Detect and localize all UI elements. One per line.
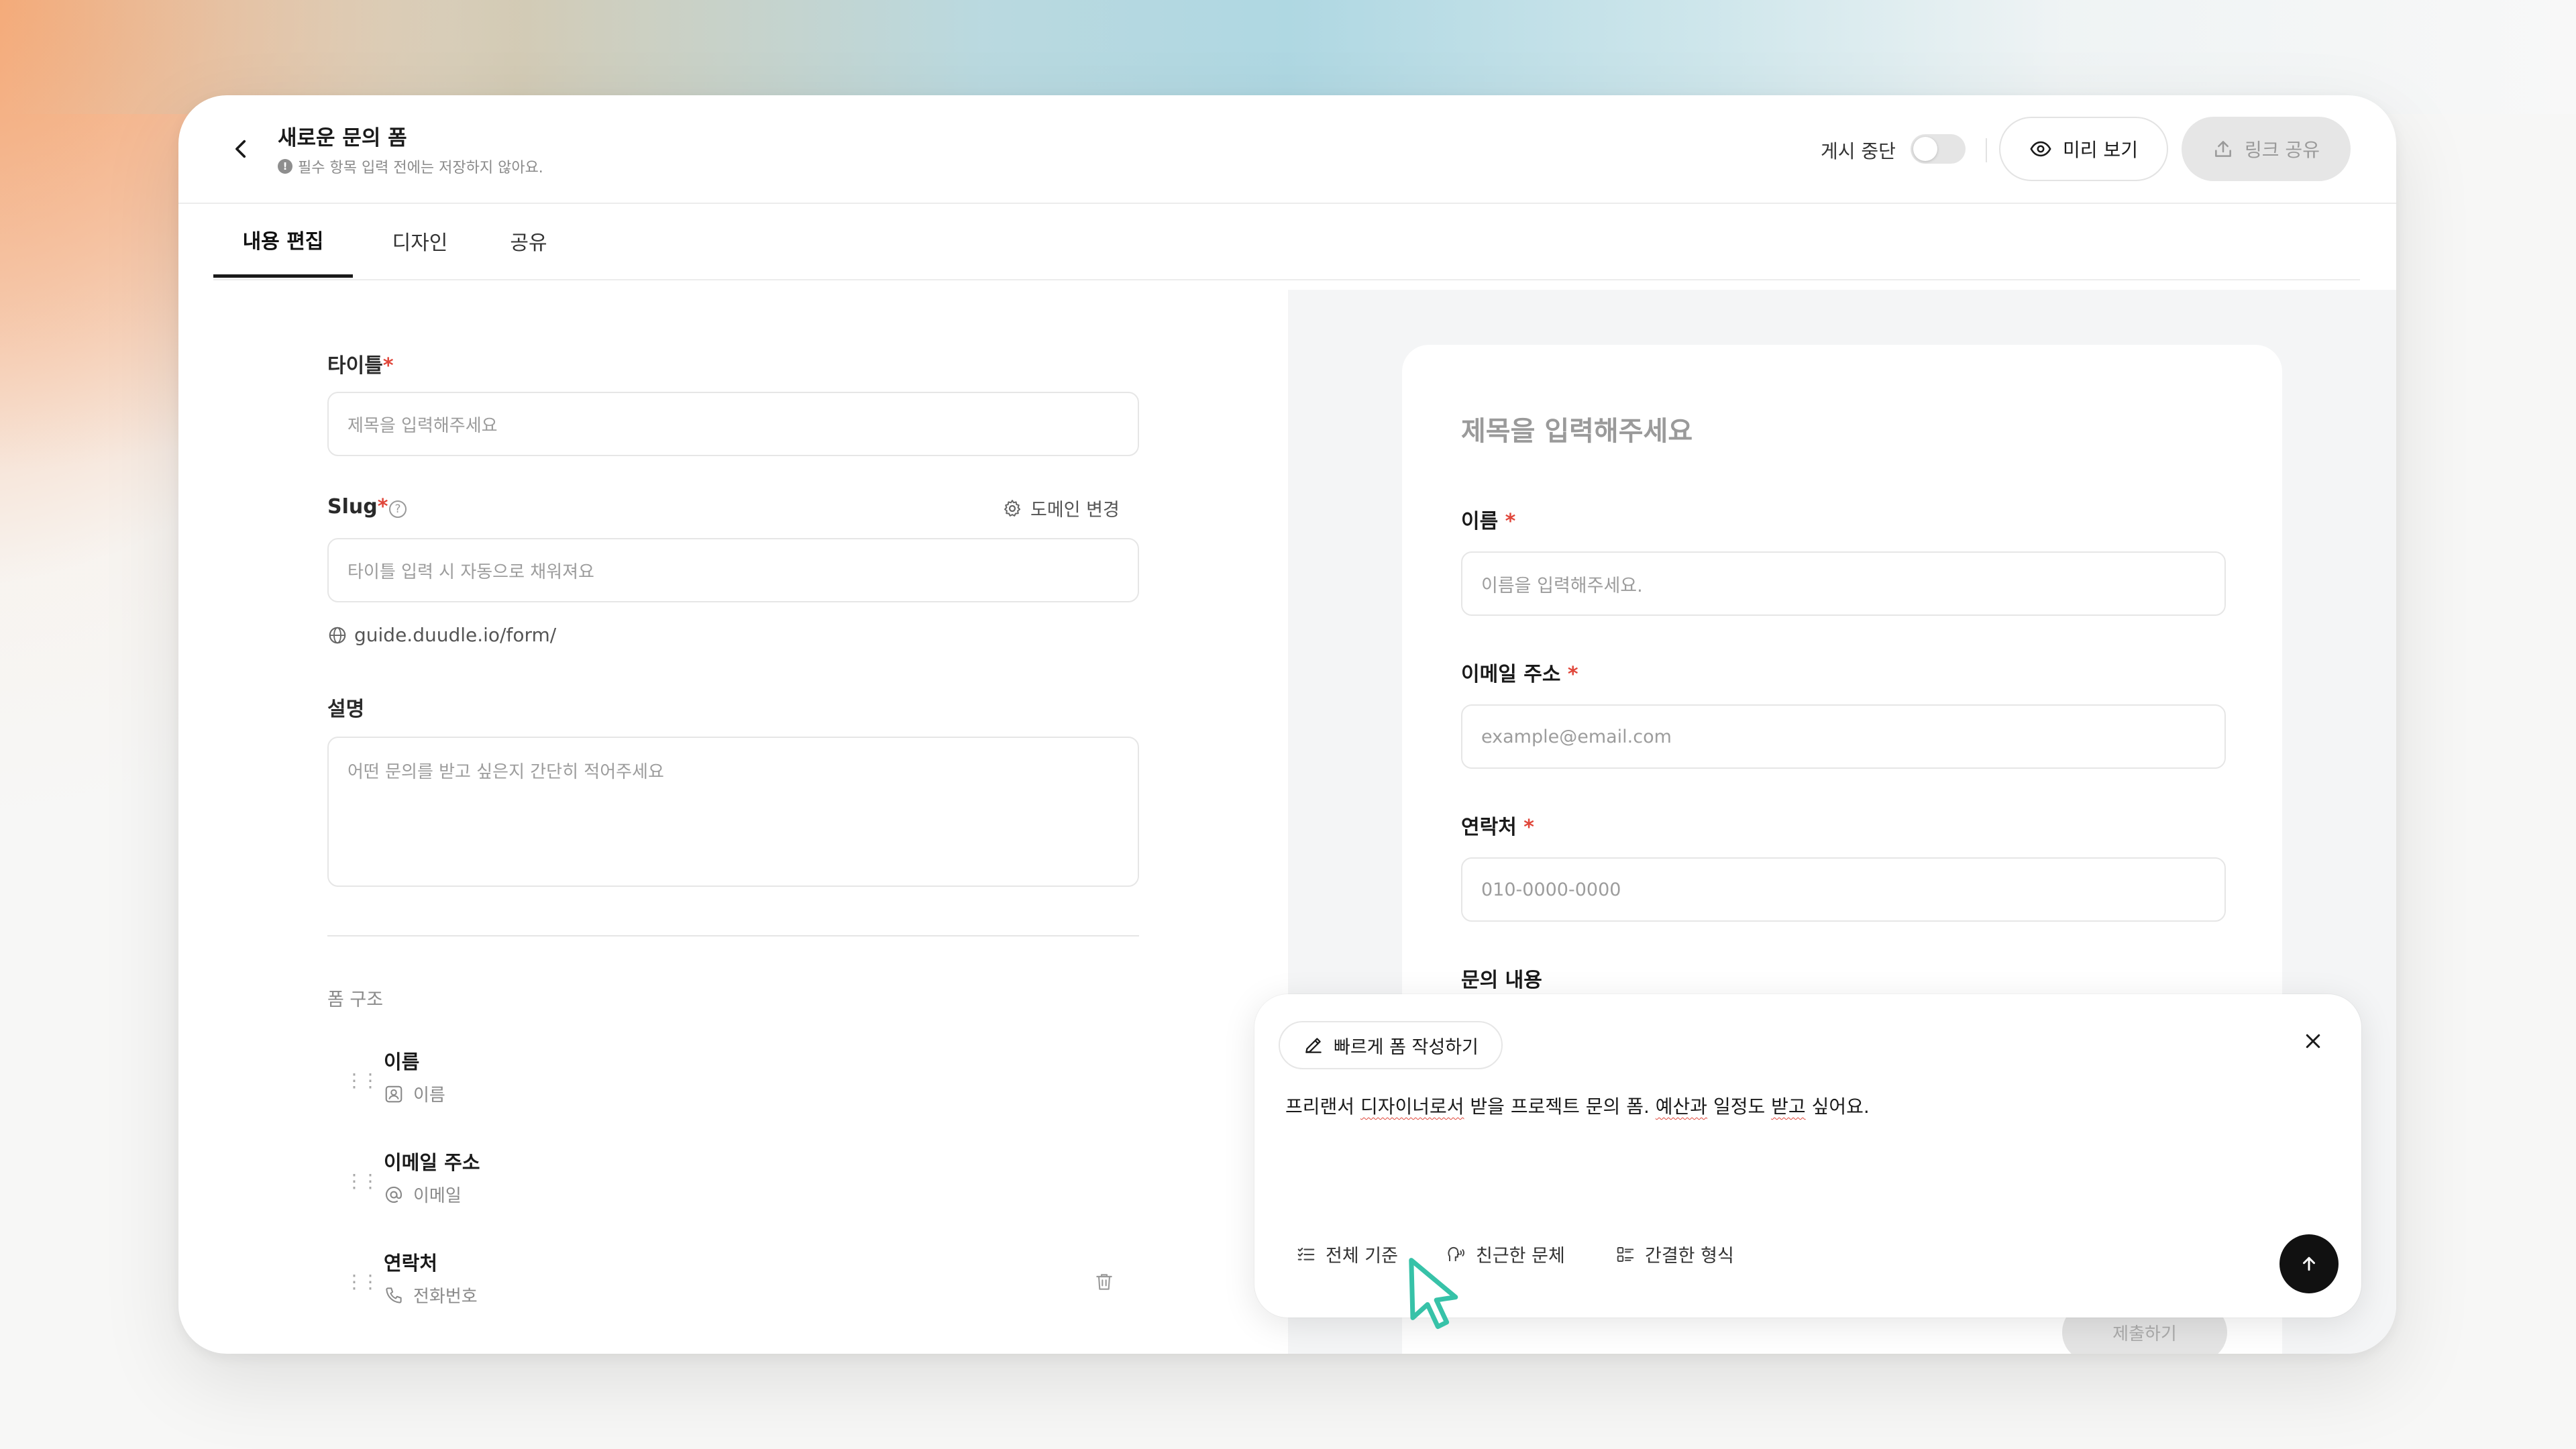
trash-icon[interactable] <box>1093 1271 1115 1296</box>
info-icon: ! <box>278 159 292 174</box>
tab-bar: 내용 편집 디자인 공유 <box>213 204 2360 280</box>
preview-phone-input[interactable]: 010-0000-0000 <box>1461 857 2226 922</box>
header-bar: 새로운 문의 폼 ! 필수 항목 입력 전에는 저장하지 않아요. 게시 중단 … <box>178 95 2396 204</box>
structure-item-title: 이름 <box>384 1051 420 1073</box>
tab-design[interactable]: 디자인 <box>366 204 474 278</box>
preview-field-label: 이름 * <box>1461 510 1516 533</box>
slug-input[interactable]: 타이틀 입력 시 자동으로 채워져요 <box>327 538 1139 602</box>
eye-icon <box>2030 141 2051 157</box>
required-mark: * <box>382 354 394 378</box>
page-title: 새로운 문의 폼 <box>278 126 407 150</box>
list-layout-icon <box>1617 1246 1634 1262</box>
help-icon[interactable]: ? <box>389 500 407 518</box>
required-mark: * <box>377 495 388 519</box>
preview-form-title: 제목을 입력해주세요 <box>1461 416 1693 447</box>
title-field-label: 타이틀* <box>327 354 394 378</box>
option-full-criteria-label: 전체 기준 <box>1326 1246 1398 1267</box>
prompt-input[interactable]: 프리랜서 디자이너로서 받을 프로젝트 문의 폼. 예산과 일정도 받고 싶어요… <box>1285 1092 1870 1119</box>
structure-item-type-label: 전화번호 <box>413 1287 478 1307</box>
preview-name-input[interactable]: 이름을 입력해주세요. <box>1461 551 2226 616</box>
preview-button[interactable]: 미리 보기 <box>1999 117 2168 181</box>
structure-item-type: 이메일 <box>384 1182 462 1207</box>
description-field-label: 설명 <box>327 698 365 721</box>
option-friendly-tone[interactable]: 친근한 문체 <box>1446 1241 1565 1267</box>
form-structure-label: 폼 구조 <box>327 989 384 1010</box>
tab-content-edit[interactable]: 내용 편집 <box>213 204 353 278</box>
arrow-up-icon <box>2303 1256 2315 1271</box>
preview-field-label: 연락처 * <box>1461 816 1534 839</box>
send-button[interactable] <box>2279 1234 2339 1293</box>
pause-publish-label: 게시 중단 <box>1821 140 1896 162</box>
structure-item-type: 전화번호 <box>384 1283 478 1307</box>
section-divider <box>327 935 1139 936</box>
tab-share[interactable]: 공유 <box>482 204 576 278</box>
close-icon[interactable] <box>2298 1026 2328 1056</box>
quick-compose-popup: 빠르게 폼 작성하기 프리랜서 디자이너로서 받을 프로젝트 문의 폼. 예산과… <box>1254 994 2361 1318</box>
share-link-label: 링크 공유 <box>2245 139 2320 161</box>
structure-item-title: 연락처 <box>384 1252 438 1275</box>
slug-field-label: Slug* <box>327 495 388 519</box>
slug-url-text: guide.duudle.io/form/ <box>354 624 557 646</box>
save-notice: ! 필수 항목 입력 전에는 저장하지 않아요. <box>278 156 543 177</box>
speaking-head-icon <box>1448 1246 1464 1261</box>
pencil-icon <box>1305 1038 1322 1053</box>
drag-handle-icon[interactable]: ⋮⋮ <box>345 1069 380 1091</box>
share-link-button[interactable]: 링크 공유 <box>2182 117 2351 181</box>
option-friendly-tone-label: 친근한 문체 <box>1476 1246 1565 1267</box>
back-button[interactable] <box>223 130 260 168</box>
upload-share-icon <box>2215 141 2231 157</box>
globe-icon <box>329 627 346 643</box>
drag-handle-icon[interactable]: ⋮⋮ <box>345 1170 380 1192</box>
change-domain-button[interactable]: 도메인 변경 <box>1002 495 1120 521</box>
quick-compose-chip[interactable]: 빠르게 폼 작성하기 <box>1279 1021 1503 1069</box>
structure-item-type: 이름 <box>384 1081 445 1106</box>
change-domain-label: 도메인 변경 <box>1030 500 1120 521</box>
checklist-icon <box>1297 1247 1315 1260</box>
preview-field-label: 이메일 주소 * <box>1461 663 1578 686</box>
phone-icon <box>386 1287 402 1303</box>
pause-publish-toggle[interactable] <box>1911 134 1966 164</box>
preview-inquiry-label: 문의 내용 <box>1461 969 1542 992</box>
save-notice-text: 필수 항목 입력 전에는 저장하지 않아요. <box>298 160 543 176</box>
structure-item-title: 이메일 주소 <box>384 1151 480 1174</box>
preview-email-input[interactable]: example@email.com <box>1461 704 2226 769</box>
option-full-criteria[interactable]: 전체 기준 <box>1296 1241 1398 1267</box>
option-concise-format[interactable]: 간결한 형식 <box>1615 1241 1734 1267</box>
quick-compose-chip-label: 빠르게 폼 작성하기 <box>1334 1036 1479 1058</box>
gear-icon <box>1004 499 1020 517</box>
structure-item-type-label: 이메일 <box>413 1186 462 1206</box>
option-concise-format-label: 간결한 형식 <box>1645 1246 1734 1267</box>
user-card-icon <box>385 1085 402 1102</box>
at-icon <box>385 1186 402 1203</box>
header-divider <box>1986 138 1987 162</box>
description-textarea[interactable]: 어떤 문의를 받고 싶은지 간단히 적어주세요 <box>327 737 1139 887</box>
title-input[interactable]: 제목을 입력해주세요 <box>327 392 1139 456</box>
structure-item-type-label: 이름 <box>413 1085 445 1106</box>
slug-url-preview: guide.duudle.io/form/ <box>327 624 556 646</box>
chevron-left-icon <box>235 140 246 158</box>
drag-handle-icon[interactable]: ⋮⋮ <box>345 1271 380 1293</box>
preview-button-label: 미리 보기 <box>2063 139 2138 161</box>
